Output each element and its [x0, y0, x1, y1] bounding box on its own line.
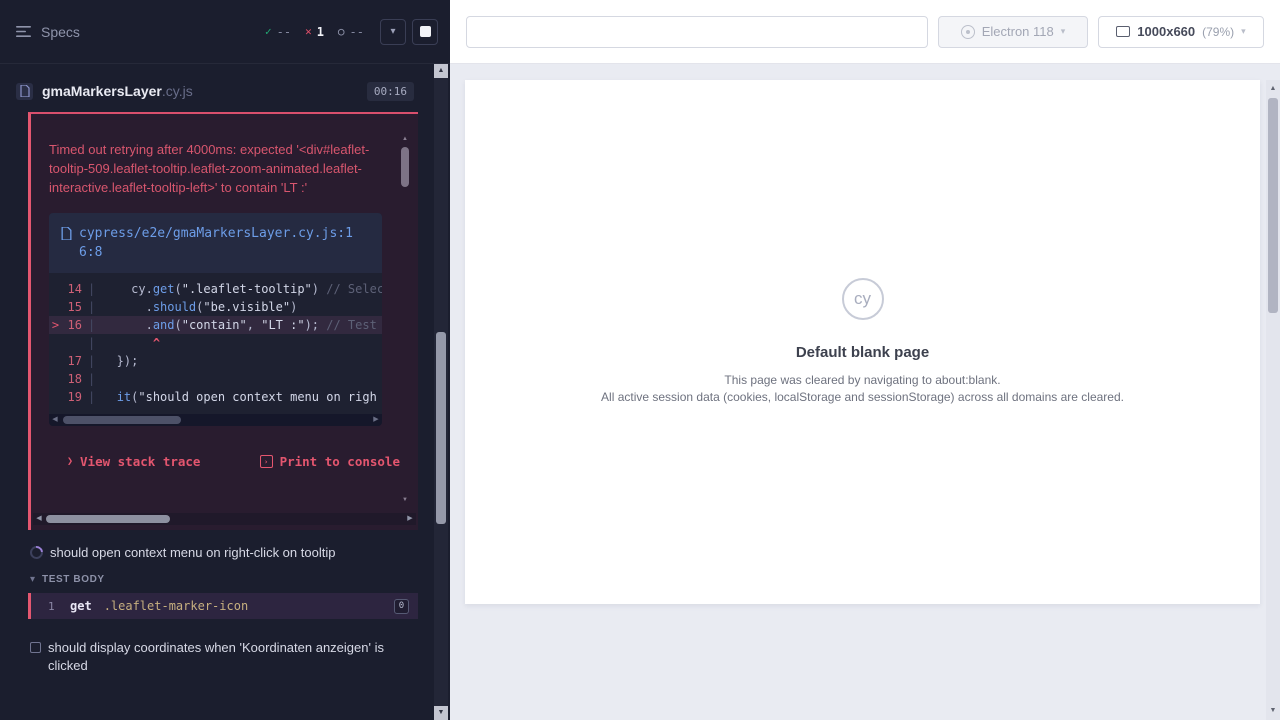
pending-count: -- [350, 25, 364, 39]
scroll-down-icon[interactable]: ▼ [434, 706, 448, 720]
main-vscroll-thumb[interactable] [1268, 98, 1278, 313]
file-icon [61, 227, 72, 240]
chevron-down-icon: ▾ [1061, 26, 1066, 37]
code-frame-header: cypress/e2e/gmaMarkersLayer.cy.js:16:8 [49, 213, 382, 273]
print-to-console-button[interactable]: › Print to console [260, 454, 400, 469]
circle-icon: ○ [338, 25, 345, 38]
stat-failed[interactable]: ✕ 1 [305, 25, 324, 39]
failed-count: 1 [317, 25, 324, 39]
print-to-console-label: Print to console [280, 454, 400, 469]
blank-page-title: Default blank page [796, 344, 929, 361]
header-actions: ▾ [380, 19, 438, 45]
spec-file-icon [16, 83, 33, 100]
stop-icon [420, 26, 431, 37]
scroll-left-icon[interactable]: ◀ [33, 513, 45, 525]
test-item-running[interactable]: should open context menu on right-click … [0, 544, 434, 562]
scroll-up-icon[interactable]: ▲ [1266, 82, 1280, 96]
chevron-down-icon: ▾ [30, 574, 35, 585]
blank-page-line1: This page was cleared by navigating to a… [724, 372, 1000, 389]
code-frame-lines: 14| cy.get(".leaflet-tooltip") // Selec1… [49, 273, 382, 414]
browser-label: Electron 118 [982, 24, 1054, 39]
command-message: .leaflet-marker-icon [104, 599, 249, 613]
stat-pending[interactable]: ○ -- [338, 25, 364, 39]
blank-page-line2: All active session data (cookies, localS… [601, 389, 1124, 406]
view-stack-trace-button[interactable]: ❯ View stack trace [67, 454, 200, 469]
command-log-row[interactable]: 1 get .leaflet-marker-icon 0 [28, 593, 418, 619]
command-count-badge: 0 [394, 599, 409, 614]
reporter-sidebar: Specs ✓ -- ✕ 1 ○ -- ▾ [0, 0, 450, 720]
command-name: get [70, 599, 92, 613]
chevron-down-icon: ▾ [1241, 26, 1246, 37]
reporter-vscrollbar[interactable]: ▲ ▼ [434, 64, 448, 720]
stop-run-button[interactable] [412, 19, 438, 45]
command-number: 1 [48, 600, 62, 613]
run-stats: ✓ -- ✕ 1 ○ -- [265, 25, 364, 39]
scroll-right-icon[interactable]: ▶ [370, 414, 382, 426]
aut-area: Electron 118 ▾ 1000x660 (79%) ▾ cy Defau… [450, 0, 1280, 720]
specs-label: Specs [41, 24, 80, 40]
viewport-zoom: (79%) [1202, 25, 1234, 39]
aut-iframe-blank-page: cy Default blank page This page was clea… [465, 80, 1260, 604]
viewport-icon [1116, 26, 1130, 37]
view-stack-trace-label: View stack trace [80, 454, 200, 469]
test-error-region: Timed out retrying after 4000ms: expecte… [28, 112, 418, 530]
x-icon: ✕ [305, 25, 312, 38]
test-title[interactable]: should display coordinates when 'Koordin… [48, 639, 388, 675]
test-body-section[interactable]: ▾ TEST BODY [0, 574, 434, 585]
code-frame-file-link[interactable]: cypress/e2e/gmaMarkersLayer.cy.js:16:8 [79, 224, 360, 262]
reporter-header: Specs ✓ -- ✕ 1 ○ -- ▾ [0, 0, 450, 64]
viewport-size: 1000x660 [1137, 24, 1195, 39]
error-vscroll-thumb[interactable] [401, 147, 409, 187]
error-vscrollbar[interactable]: ▲ ▼ [400, 134, 410, 505]
spec-name[interactable]: gmaMarkersLayer [42, 83, 162, 99]
scroll-left-icon[interactable]: ◀ [49, 414, 61, 426]
code-frame: cypress/e2e/gmaMarkersLayer.cy.js:16:8 1… [49, 213, 382, 426]
spec-timer: 00:16 [367, 82, 414, 101]
check-icon: ✓ [265, 25, 272, 38]
stat-passed[interactable]: ✓ -- [265, 25, 291, 39]
reporter-vscroll-thumb[interactable] [436, 332, 446, 524]
queued-test-icon [30, 642, 41, 653]
specs-list-icon [16, 25, 32, 38]
spec-header: gmaMarkersLayer .cy.js 00:16 [0, 70, 434, 112]
collapse-tests-button[interactable]: ▾ [380, 19, 406, 45]
console-icon: › [260, 455, 273, 468]
chevron-down-icon: ▾ [390, 27, 395, 37]
browser-selector[interactable]: Electron 118 ▾ [938, 16, 1088, 48]
aut-toolbar: Electron 118 ▾ 1000x660 (79%) ▾ [450, 0, 1280, 64]
passed-count: -- [277, 25, 291, 39]
viewport-selector[interactable]: 1000x660 (79%) ▾ [1098, 16, 1264, 48]
error-message: Timed out retrying after 4000ms: expecte… [49, 140, 385, 197]
scroll-up-icon[interactable]: ▲ [434, 64, 448, 78]
code-frame-hscrollbar[interactable]: ◀ ▶ [49, 414, 382, 426]
error-hscrollbar[interactable]: ◀ ▶ [33, 513, 416, 525]
cypress-logo: cy [842, 278, 884, 320]
test-body-label: TEST BODY [42, 574, 105, 585]
url-input[interactable] [466, 16, 928, 48]
test-title[interactable]: should open context menu on right-click … [50, 544, 335, 562]
scroll-up-icon[interactable]: ▲ [400, 134, 410, 144]
test-item-queued[interactable]: should display coordinates when 'Koordin… [0, 639, 434, 675]
error-actions: ❯ View stack trace › Print to console [67, 454, 400, 469]
reporter-content: gmaMarkersLayer .cy.js 00:16 Timed out r… [0, 64, 434, 720]
code-frame-hscroll-thumb[interactable] [63, 416, 181, 424]
error-hscroll-thumb[interactable] [46, 515, 170, 523]
electron-icon [961, 25, 975, 39]
cypress-app: Specs ✓ -- ✕ 1 ○ -- ▾ [0, 0, 1280, 720]
error-inner: Timed out retrying after 4000ms: expecte… [31, 114, 393, 469]
main-vscrollbar[interactable]: ▲ ▼ [1266, 80, 1280, 720]
chevron-right-icon: ❯ [67, 456, 73, 467]
scroll-down-icon[interactable]: ▼ [1266, 704, 1280, 718]
running-spinner-icon [27, 543, 45, 561]
scroll-down-icon[interactable]: ▼ [400, 495, 410, 505]
spec-extension: .cy.js [162, 83, 193, 99]
scroll-right-icon[interactable]: ▶ [404, 513, 416, 525]
specs-menu-button[interactable]: Specs [16, 24, 80, 40]
